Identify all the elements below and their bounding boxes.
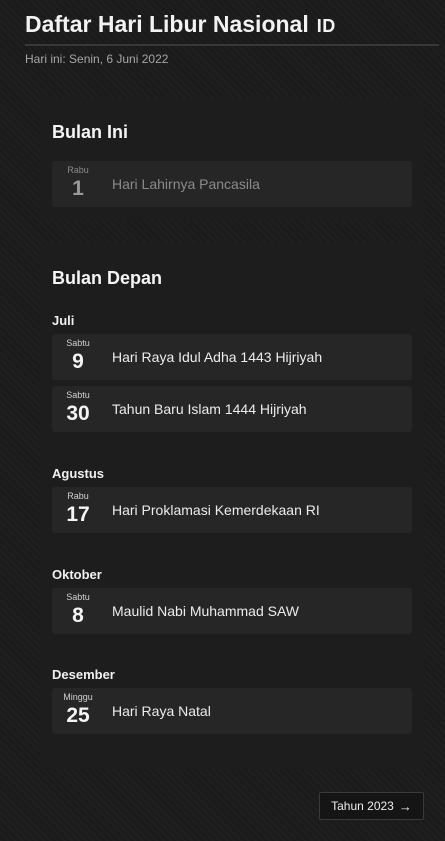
holiday-day-number: 9	[72, 350, 84, 373]
page-header: Daftar Hari Libur Nasional ID Hari ini: …	[0, 0, 445, 68]
next-months-card: Bulan Depan Juli Sabtu 9 Hari Raya Idul …	[40, 243, 424, 769]
next-months-title: Bulan Depan	[52, 268, 163, 288]
holiday-weekday: Rabu	[67, 491, 89, 501]
holiday-weekday: Rabu	[67, 165, 89, 175]
holiday-date: Sabtu 8	[52, 588, 104, 634]
next-year-label: Tahun 2023	[331, 799, 394, 813]
holiday-name: Hari Lahirnya Pancasila	[112, 176, 260, 192]
holiday-name: Tahun Baru Islam 1444 Hijriyah	[112, 401, 307, 417]
holiday-day-number: 8	[72, 604, 84, 627]
holiday-row: Sabtu 9 Hari Raya Idul Adha 1443 Hijriya…	[52, 334, 412, 380]
holiday-name: Hari Raya Natal	[112, 703, 211, 719]
holiday-weekday: Sabtu	[66, 390, 90, 400]
page-title: Daftar Hari Libur Nasional ID	[25, 11, 439, 44]
holiday-weekday: Sabtu	[66, 338, 90, 348]
header-divider	[25, 44, 439, 46]
holiday-date: Rabu 17	[52, 487, 104, 533]
month-heading: Desember	[52, 667, 115, 682]
month-heading: Agustus	[52, 466, 104, 481]
holiday-day-number: 30	[66, 402, 90, 425]
holiday-date: Sabtu 30	[52, 386, 104, 432]
this-month-card: Bulan Ini Rabu 1 Hari Lahirnya Pancasila	[40, 98, 424, 220]
holiday-name: Hari Proklamasi Kemerdekaan RI	[112, 502, 320, 518]
holiday-date: Rabu 1	[52, 161, 104, 207]
holiday-day-number: 1	[72, 177, 84, 200]
holiday-row: Minggu 25 Hari Raya Natal	[52, 688, 412, 734]
holiday-name: Hari Raya Idul Adha 1443 Hijriyah	[112, 349, 323, 365]
country-code-badge: ID	[316, 16, 336, 36]
this-month-title: Bulan Ini	[52, 122, 128, 142]
month-heading: Oktober	[52, 567, 102, 582]
holiday-date: Sabtu 9	[52, 334, 104, 380]
page-title-text: Daftar Hari Libur Nasional	[25, 11, 309, 37]
holiday-row: Rabu 1 Hari Lahirnya Pancasila	[52, 161, 412, 207]
holiday-name: Maulid Nabi Muhammad SAW	[112, 603, 299, 619]
holiday-row: Sabtu 30 Tahun Baru Islam 1444 Hijriyah	[52, 386, 412, 432]
holiday-day-number: 25	[66, 704, 90, 727]
holiday-weekday: Minggu	[63, 692, 93, 702]
holiday-date: Minggu 25	[52, 688, 104, 734]
holiday-row: Sabtu 8 Maulid Nabi Muhammad SAW	[52, 588, 412, 634]
today-date: Hari ini: Senin, 6 Juni 2022	[25, 52, 169, 66]
arrow-right-icon: →	[398, 798, 412, 814]
holiday-day-number: 17	[66, 503, 90, 526]
holiday-weekday: Sabtu	[66, 592, 90, 602]
next-year-button[interactable]: Tahun 2023 →	[319, 792, 424, 820]
holiday-row: Rabu 17 Hari Proklamasi Kemerdekaan RI	[52, 487, 412, 533]
month-heading: Juli	[52, 313, 75, 328]
